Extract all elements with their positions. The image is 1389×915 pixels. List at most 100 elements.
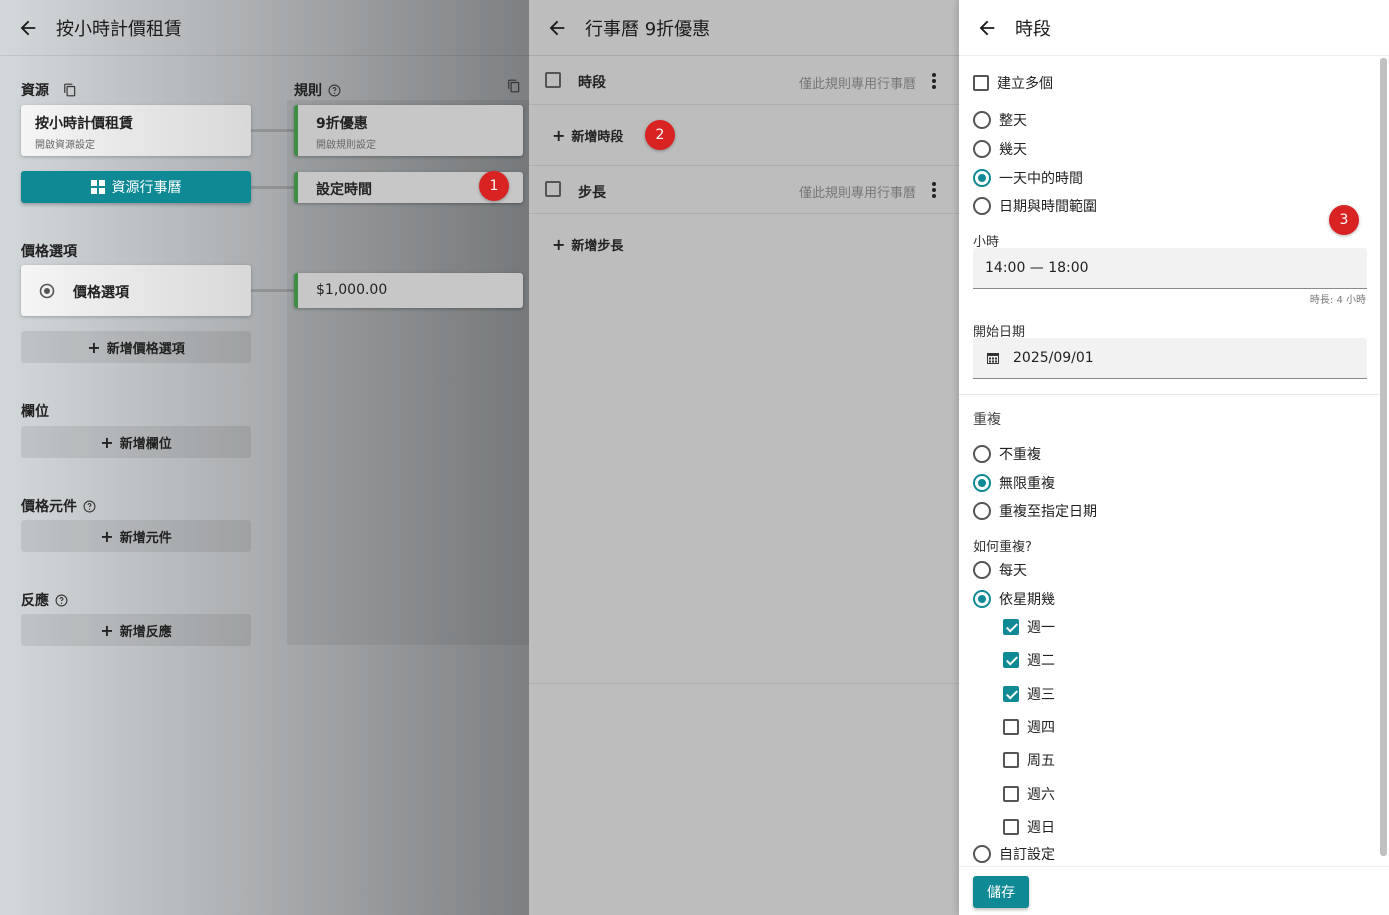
row-checkbox[interactable] [545,181,561,197]
weekday-checkbox-thu[interactable]: 週四 [1003,717,1055,737]
save-button[interactable]: 儲存 [973,876,1029,908]
resource-card[interactable]: 按小時計價租賃 開啟資源設定 [21,105,251,156]
resource-card-subtitle: 開啟資源設定 [35,140,95,151]
hours-field[interactable]: 14:00 — 18:00 [973,248,1367,289]
panel2-header: 行事曆 9折優惠 [529,0,959,56]
checkbox-box [1003,619,1019,635]
price-option-card[interactable]: 價格選項 [21,265,251,316]
more-vert-icon[interactable] [932,73,936,89]
calendar-icon[interactable] [987,352,999,364]
row-checkbox[interactable] [545,72,561,88]
add-component-label: 新增元件 [119,530,172,546]
help-icon[interactable] [328,84,341,97]
panel1-header: 按小時計價租賃 [0,0,529,56]
resource-calendar-button[interactable]: 資源行事曆 [21,171,251,203]
connector-line [251,129,295,132]
plus-icon: + [87,337,101,357]
weekday-label: 週二 [1027,653,1055,669]
start-date-field[interactable]: 2025/09/01 [973,338,1367,379]
add-field-button[interactable]: + 新增欄位 [21,426,251,458]
checkbox-box [1003,752,1019,768]
how-option-daily[interactable]: 每天 [973,560,1027,580]
plus-icon: + [552,235,566,254]
back-arrow-icon[interactable] [975,16,999,40]
add-price-option-button[interactable]: + 新增價格選項 [21,331,251,363]
radio-circle [973,140,991,158]
mode-option-days[interactable]: 幾天 [973,139,1027,159]
how-option-weekday[interactable]: 依星期幾 [973,589,1055,609]
help-icon[interactable] [83,500,96,513]
checkbox-box [1003,786,1019,802]
weekday-checkbox-tue[interactable]: 週二 [1003,650,1055,670]
weekday-checkbox-fri[interactable]: 周五 [1003,750,1055,770]
plus-icon: + [552,126,566,145]
step-badge-2: 2 [645,120,675,150]
panel3-header: 時段 [959,0,1389,56]
add-field-label: 新增欄位 [119,436,172,452]
slot-row-hint: 僅此規則專用行事曆 [799,77,917,92]
step-row-hint: 僅此規則專用行事曆 [799,186,917,201]
repeat-option-infinite[interactable]: 無限重複 [973,473,1055,493]
add-component-button[interactable]: + 新增元件 [21,520,251,552]
connector-line [251,186,295,189]
duration-hint: 時長: 4 小時 [1309,295,1366,306]
mode-option-label: 日期與時間範圍 [999,199,1097,215]
resource-card-title: 按小時計價租賃 [35,116,133,132]
plus-icon: + [100,620,114,640]
how-option-label: 每天 [999,563,1027,579]
fields-section-label: 欄位 [21,404,49,420]
custom-option-label: 自訂設定 [999,847,1055,863]
calendar-panel: 行事曆 9折優惠 時段 僅此規則專用行事曆 + 新增時段 2 步長 僅此規則專用… [529,0,959,915]
radio-circle [973,169,991,187]
weekday-checkbox-mon[interactable]: 週一 [1003,617,1055,637]
radio-circle [973,845,991,863]
weekday-checkbox-sun[interactable]: 週日 [1003,817,1055,837]
add-slot-row: + 新增時段 [529,105,959,166]
repeat-option-until-date[interactable]: 重複至指定日期 [973,501,1097,521]
start-date-value: 2025/09/01 [1013,350,1094,366]
weekday-label: 周五 [1027,753,1055,769]
repeat-option-none[interactable]: 不重複 [973,444,1041,464]
back-arrow-icon[interactable] [16,16,40,40]
more-vert-icon[interactable] [932,182,936,198]
add-price-option-label: 新增價格選項 [106,341,185,357]
repeat-label: 重複 [973,412,1001,428]
time-slot-panel: 時段 建立多個 整天 幾天 一天中的時間 日期與時間範圍 3 小時 14:00 … [959,0,1389,915]
create-multiple-label: 建立多個 [997,76,1053,92]
add-step-button[interactable]: + 新增步長 [552,235,623,254]
step-badge-1: 1 [479,171,509,201]
rule-card-discount[interactable]: 9折優惠 開啟規則設定 [294,105,523,156]
section-divider [959,394,1379,395]
how-option-label: 依星期幾 [999,592,1055,608]
how-option-custom[interactable]: 自訂設定 [973,844,1055,864]
mode-option-full-day[interactable]: 整天 [973,110,1027,130]
add-slot-label: 新增時段 [571,130,624,145]
repeat-option-label: 重複至指定日期 [999,504,1097,520]
radio-circle [973,502,991,520]
mode-option-date-time-range[interactable]: 日期與時間範圍 [973,196,1097,216]
add-slot-button[interactable]: + 新增時段 [552,126,623,145]
copy-icon[interactable] [63,83,77,97]
copy-icon[interactable] [507,79,521,93]
list-item[interactable]: 步長 僅此規則專用行事曆 [529,166,959,214]
help-icon[interactable] [55,594,68,607]
weekday-label: 週四 [1027,720,1055,736]
weekday-label: 週三 [1027,687,1055,703]
weekday-label: 週日 [1027,820,1055,836]
price-options-section-label: 價格選項 [21,244,77,260]
price-value-card[interactable]: $1,000.00 [294,273,523,308]
create-multiple-checkbox[interactable]: 建立多個 [973,73,1053,93]
back-arrow-icon[interactable] [545,16,569,40]
resources-section-label: 資源 [21,80,77,100]
add-reaction-button[interactable]: + 新增反應 [21,614,251,646]
rule-card-subtitle: 開啟規則設定 [316,140,376,151]
mode-option-time-of-day[interactable]: 一天中的時間 [973,168,1083,188]
weekday-checkbox-wed[interactable]: 週三 [1003,684,1055,704]
rule-card-title: 9折優惠 [316,116,368,132]
checkbox-box [1003,686,1019,702]
scrollbar[interactable] [1380,58,1387,856]
reaction-section-label: 反應 [21,590,68,610]
weekday-checkbox-sat[interactable]: 週六 [1003,784,1055,804]
list-item[interactable]: 時段 僅此規則專用行事曆 [529,57,959,105]
add-step-label: 新增步長 [571,239,624,254]
